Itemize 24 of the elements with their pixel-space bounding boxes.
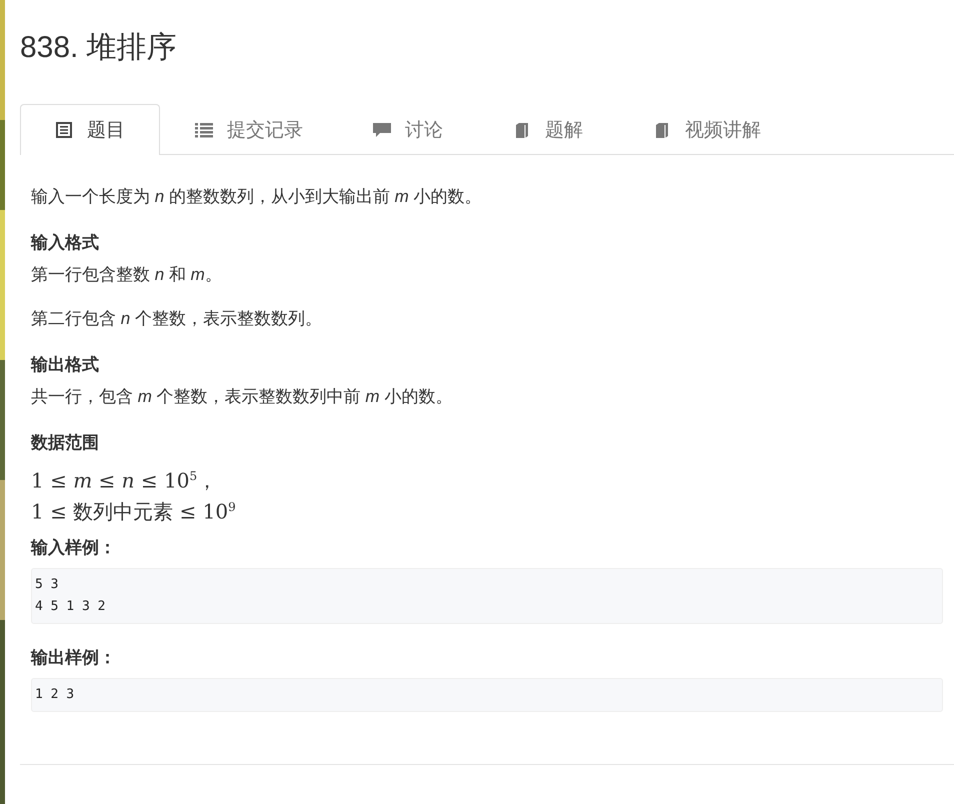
problem-title: 838. 堆排序 <box>20 30 178 66</box>
paragraph: 第二行包含 n 个整数，表示整数数列。 <box>31 308 323 330</box>
comment-icon <box>373 122 391 138</box>
formula: 1 ≤ m ≤ n ≤ 10$^{5}$， <box>31 468 218 494</box>
section-heading: 输入样例： <box>31 537 117 560</box>
paragraph: 共一行，包含 m 个整数，表示整数数列中前 m 小的数。 <box>31 386 454 408</box>
formula: 1 ≤ 数列中元素 ≤ 10$^{9}$ <box>31 498 237 524</box>
tab[interactable]: 视频讲解 <box>618 104 796 155</box>
book-icon <box>513 122 531 138</box>
section-heading: 输出格式 <box>31 354 100 376</box>
section-heading: 输出样例： <box>31 647 117 670</box>
tab[interactable]: 题目 <box>20 104 160 155</box>
paragraph: 输入一个长度为 n 的整数数列，从小到大输出前 m 小的数。 <box>31 186 483 208</box>
document-icon <box>55 122 73 138</box>
code-block: 1 2 3 <box>31 678 943 712</box>
tab[interactable]: 提交记录 <box>160 104 338 155</box>
section-heading: 输入格式 <box>31 232 100 254</box>
paragraph: 第一行包含整数 n 和 m。 <box>31 264 223 286</box>
section-heading: 数据范围 <box>31 432 100 454</box>
list-icon <box>195 122 213 138</box>
book-icon <box>653 122 671 138</box>
tab[interactable]: 讨论 <box>338 104 478 155</box>
tab[interactable]: 题解 <box>478 104 618 155</box>
code-block: 5 3 4 5 1 3 2 <box>31 568 943 624</box>
